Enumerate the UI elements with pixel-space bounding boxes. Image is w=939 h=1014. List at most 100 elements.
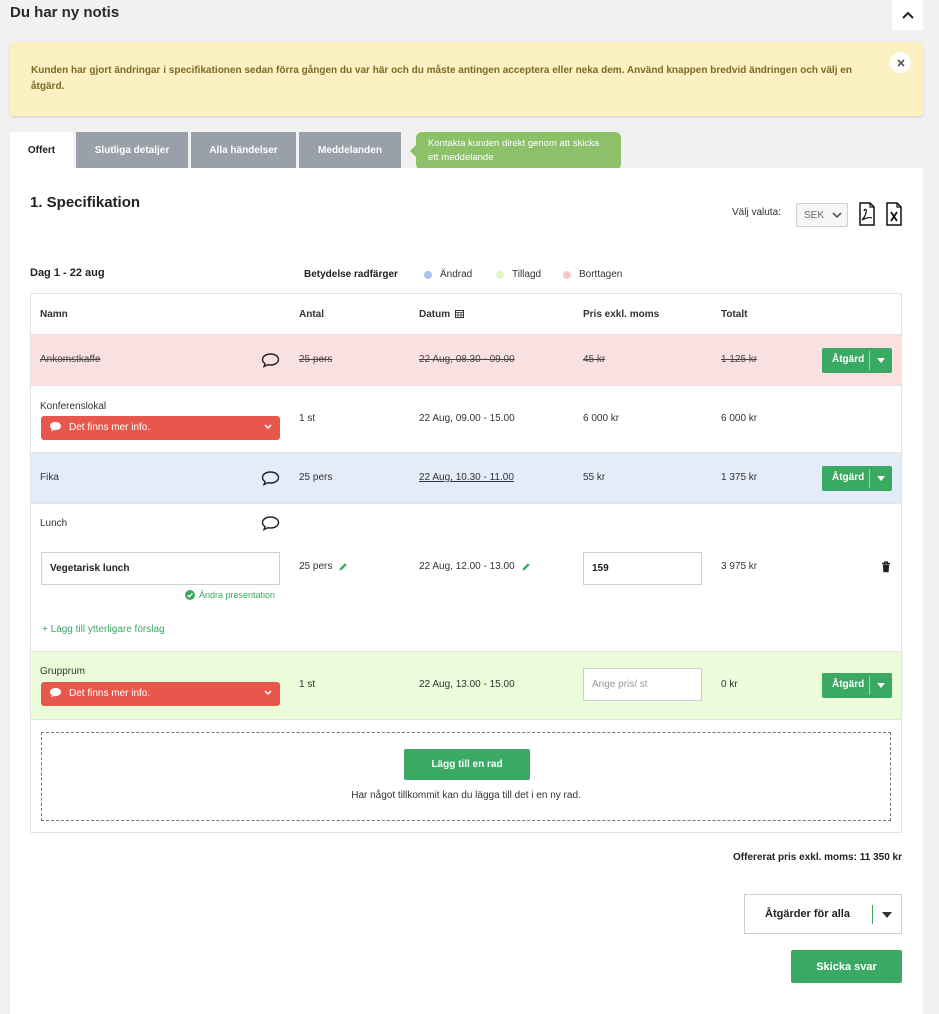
chevron-down-icon xyxy=(264,690,272,695)
action-label: Åtgärd xyxy=(832,472,865,483)
row-total: 6 000 kr xyxy=(721,413,758,424)
comment-icon[interactable] xyxy=(261,515,280,531)
row-qty: 1 st xyxy=(299,679,316,690)
offer-card: 1. Specifikation Välj valuta: SEK Dag 1 … xyxy=(10,168,923,1014)
row-date: 22 Aug, 10.30 - 11.00 xyxy=(419,472,514,483)
action-separator xyxy=(869,469,870,488)
table-row-grupprum: Grupprum Det finns mer info. 1 st 22 Aug… xyxy=(31,652,901,720)
row-qty: 25 pers xyxy=(299,472,333,483)
header-name: Namn xyxy=(40,309,68,320)
currency-select[interactable]: SEK xyxy=(796,203,848,227)
lunch-selection-input[interactable]: Vegetarisk lunch xyxy=(41,552,280,585)
row-total: 0 kr xyxy=(721,679,738,690)
all-actions-label: Åtgärder för alla xyxy=(765,908,850,920)
action-button[interactable]: Åtgärd xyxy=(822,466,892,491)
all-actions-button[interactable]: Åtgärder för alla xyxy=(744,894,902,934)
notification-banner: Kunden har gjort ändringar i specifikati… xyxy=(10,42,923,116)
tab-meddelanden[interactable]: Meddelanden xyxy=(299,132,401,168)
header-total: Totalt xyxy=(721,309,748,320)
spec-title: 1. Specifikation xyxy=(30,194,141,211)
trash-icon[interactable] xyxy=(881,561,891,573)
lunch-selection-value: Vegetarisk lunch xyxy=(50,563,130,574)
pencil-icon[interactable] xyxy=(521,562,531,572)
collapse-button[interactable] xyxy=(892,0,923,30)
header-qty: Antal xyxy=(299,309,324,320)
currency-label: Välj valuta: xyxy=(732,207,781,218)
legend-label-changed: Ändrad xyxy=(440,269,473,280)
tab-slutliga-detaljer[interactable]: Slutliga detaljer xyxy=(76,132,188,168)
row-date: 22 Aug, 09.00 - 15.00 xyxy=(419,413,515,424)
table-row-fika: Fika 25 pers 22 Aug, 10.30 - 11.00 55 kr… xyxy=(31,453,901,504)
caret-down-icon[interactable] xyxy=(877,358,885,363)
more-info-dropdown[interactable]: Det finns mer info. xyxy=(41,682,280,706)
row-name: Konferenslokal xyxy=(40,401,107,412)
pdf-export-icon[interactable] xyxy=(858,202,876,226)
tab-alla-handelser[interactable]: Alla händelser xyxy=(191,132,296,168)
action-button[interactable]: Åtgärd xyxy=(822,348,892,373)
row-name: Ankomstkaffe xyxy=(40,354,101,365)
row-price: 45 kr xyxy=(583,354,606,365)
calendar-icon xyxy=(454,310,464,318)
legend-label-removed: Borttagen xyxy=(579,269,623,280)
row-total: 1 375 kr xyxy=(721,472,758,483)
row-qty-value: 25 pers xyxy=(299,561,333,572)
action-button[interactable]: Åtgärd xyxy=(822,673,892,698)
currency-value: SEK xyxy=(804,209,825,221)
action-separator xyxy=(869,351,870,370)
row-qty: 25 pers xyxy=(299,354,333,365)
price-input[interactable]: Ange pris/ st xyxy=(583,668,702,701)
notification-message: Kunden har gjort ändringar i specifikati… xyxy=(31,65,852,92)
price-input-value: 159 xyxy=(592,563,609,574)
change-presentation-label: Ändra presentation xyxy=(199,590,276,600)
message-tooltip: Kontakta kunden direkt genom att skicka … xyxy=(410,132,621,170)
chevron-up-icon xyxy=(901,11,914,19)
table-row-lunch: Lunch Vegetarisk lunch Ändra presentatio… xyxy=(31,504,901,652)
price-input[interactable]: 159 xyxy=(583,552,702,585)
table-row-konferenslokal: Konferenslokal Det finns mer info. 1 st … xyxy=(31,386,901,453)
legend-label-added: Tillagd xyxy=(512,269,542,280)
row-qty: 1 st xyxy=(299,413,316,424)
add-row-area: Lägg till en rad Har något tillkommit ka… xyxy=(41,732,891,821)
pencil-icon[interactable] xyxy=(338,562,348,572)
action-label: Åtgärd xyxy=(832,354,865,365)
caret-down-icon[interactable] xyxy=(882,912,892,918)
price-placeholder: Ange pris/ st xyxy=(592,679,648,690)
legend-item-removed: Borttagen xyxy=(563,269,622,280)
close-notification-button[interactable] xyxy=(890,52,911,73)
chevron-down-icon xyxy=(264,424,272,429)
legend-label: Betydelse radfärger xyxy=(304,269,398,280)
comment-icon[interactable] xyxy=(261,470,280,486)
action-label: Åtgärd xyxy=(832,679,865,690)
change-presentation-link[interactable]: Ändra presentation xyxy=(185,590,275,600)
header-date-label: Datum xyxy=(419,309,451,320)
legend-dot-removed xyxy=(563,270,571,279)
caret-down-icon[interactable] xyxy=(877,683,885,688)
row-name: Grupprum xyxy=(40,666,86,677)
row-name: Lunch xyxy=(40,518,68,529)
more-info-label: Det finns mer info. xyxy=(69,688,151,699)
header-date: Datum xyxy=(419,309,464,320)
table-header: Namn Antal Datum Pris exkl. moms Totalt xyxy=(31,294,901,335)
row-date: 22 Aug, 13.00 - 15.00 xyxy=(419,679,515,690)
header-price: Pris exkl. moms xyxy=(583,309,660,320)
row-date-value: 22 Aug, 12.00 - 13.00 xyxy=(419,561,515,572)
day-title: Dag 1 - 22 aug xyxy=(30,267,105,279)
row-price: 55 kr xyxy=(583,472,606,483)
comment-icon[interactable] xyxy=(261,352,280,368)
row-date: 22 Aug, 12.00 - 13.00 xyxy=(419,561,531,572)
add-suggestion-link[interactable]: + Lägg till ytterligare förslag xyxy=(42,624,165,635)
legend-dot-added xyxy=(496,270,504,279)
action-separator xyxy=(869,676,870,695)
row-price: 6 000 kr xyxy=(583,413,620,424)
more-info-dropdown[interactable]: Det finns mer info. xyxy=(41,416,280,440)
legend-item-added: Tillagd xyxy=(496,269,541,280)
table-row-ankomstkaffe: Ankomstkaffe 25 pers 22 Aug, 08.30 - 09.… xyxy=(31,335,901,386)
row-qty: 25 pers xyxy=(299,561,348,572)
caret-down-icon[interactable] xyxy=(877,476,885,481)
spec-table: Namn Antal Datum Pris exkl. moms Totalt … xyxy=(30,293,902,833)
tab-offert[interactable]: Offert xyxy=(10,132,73,168)
send-reply-button[interactable]: Skicka svar xyxy=(791,950,902,983)
row-total: 3 975 kr xyxy=(721,561,758,572)
add-row-button[interactable]: Lägg till en rad xyxy=(404,749,530,780)
excel-export-icon[interactable] xyxy=(885,202,903,226)
